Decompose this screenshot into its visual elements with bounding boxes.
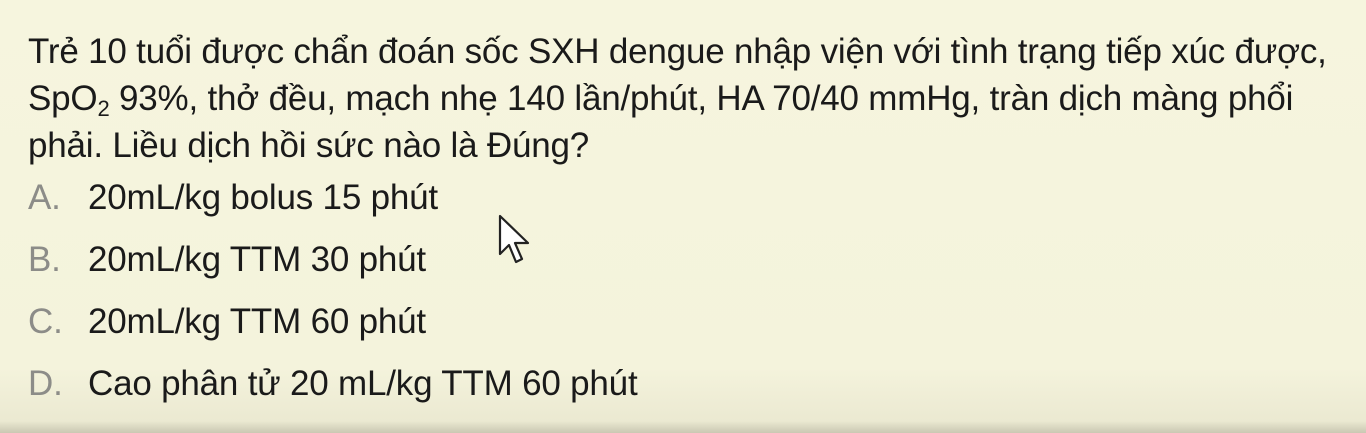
option-b-text: 20mL/kg TTM 30 phút	[88, 240, 426, 279]
option-b[interactable]: B. 20mL/kg TTM 30 phút	[28, 240, 1328, 302]
mouse-pointer-icon	[498, 214, 530, 264]
option-c-letter: C.	[28, 302, 63, 341]
bottom-shade	[0, 421, 1366, 433]
option-c[interactable]: C. 20mL/kg TTM 60 phút	[28, 302, 1328, 364]
option-d-letter: D.	[28, 364, 63, 403]
answer-options: A. 20mL/kg bolus 15 phút B. 20mL/kg TTM …	[28, 178, 1328, 426]
option-a[interactable]: A. 20mL/kg bolus 15 phút	[28, 178, 1328, 240]
question-text: Trẻ 10 tuổi được chẩn đoán sốc SXH dengu…	[28, 28, 1348, 169]
option-c-text: 20mL/kg TTM 60 phút	[88, 302, 426, 341]
option-b-letter: B.	[28, 240, 61, 279]
question-part-2: 93%, thở đều, mạch nhẹ 140 lần/phút, HA …	[28, 79, 1294, 165]
option-d[interactable]: D. Cao phân tử 20 mL/kg TTM 60 phút	[28, 364, 1328, 426]
option-a-text: 20mL/kg bolus 15 phút	[88, 178, 438, 217]
option-a-letter: A.	[28, 178, 61, 217]
slide: Trẻ 10 tuổi được chẩn đoán sốc SXH dengu…	[0, 0, 1366, 433]
question-subscript: 2	[97, 96, 110, 121]
option-d-text: Cao phân tử 20 mL/kg TTM 60 phút	[88, 364, 638, 403]
